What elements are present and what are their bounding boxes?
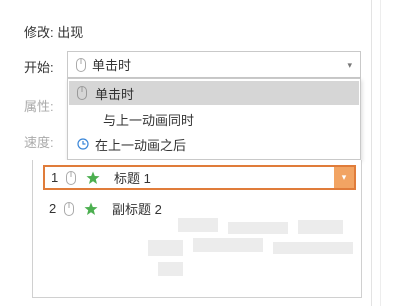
pane-heading: 修改: 出现 (24, 25, 84, 40)
animation-item-number: 1 (51, 170, 59, 185)
property-label: 属性: (24, 99, 54, 114)
animation-item-label: 标题 1 (114, 171, 151, 186)
option-on-click[interactable]: 单击时 (69, 81, 359, 105)
option-label: 在上一动画之后 (95, 137, 187, 153)
pane-divider (371, 0, 372, 306)
start-combobox[interactable]: 单击时 ▾ (67, 51, 361, 78)
animation-item[interactable]: 1 标题 1 ▾ (43, 165, 356, 190)
option-after-previous[interactable]: 在上一动画之后 (69, 132, 359, 156)
start-dropdown-menu: 单击时 与上一动画同时 在上一动画之后 (67, 78, 361, 160)
pane-scroll-edge (380, 0, 381, 306)
clock-icon (77, 138, 89, 150)
start-label: 开始: (24, 60, 54, 75)
star-icon (84, 202, 98, 216)
mouse-icon (64, 201, 74, 216)
star-icon (86, 171, 100, 185)
animation-item-number: 2 (49, 201, 57, 216)
option-with-previous[interactable]: 与上一动画同时 (69, 107, 359, 131)
option-label: 与上一动画同时 (103, 112, 195, 128)
mouse-icon (66, 170, 76, 185)
start-combobox-value: 单击时 (92, 58, 132, 73)
blurred-watermark (148, 218, 358, 280)
mouse-icon (76, 57, 86, 72)
mouse-icon (77, 86, 87, 100)
chevron-down-icon[interactable]: ▾ (334, 167, 354, 188)
custom-animation-pane: 修改: 出现 开始: 属性: 速度: 单击时 ▾ 单击时 与上一动画同时 在上一… (0, 0, 393, 306)
option-label: 单击时 (95, 86, 135, 102)
animation-item-label: 副标题 2 (112, 202, 162, 217)
chevron-down-icon[interactable]: ▾ (347, 60, 352, 71)
speed-label: 速度: (24, 135, 54, 150)
